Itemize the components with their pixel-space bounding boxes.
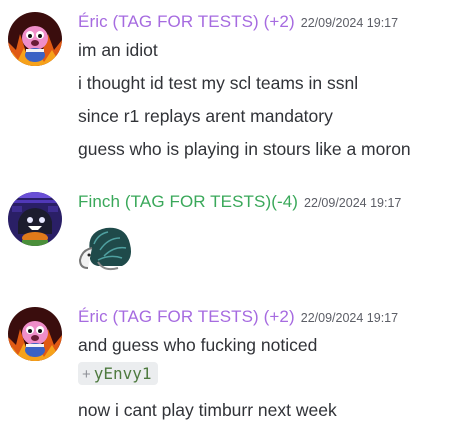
message-text: now i cant play timburr next week xyxy=(78,400,337,420)
avatar[interactable] xyxy=(8,12,62,66)
avatar-finch-icon xyxy=(8,192,62,246)
timestamp: 22/09/2024 19:17 xyxy=(304,196,402,210)
message-text: guess who is playing in stours like a mo… xyxy=(78,139,411,159)
avatar-eric-icon xyxy=(8,12,62,66)
avatar-eric-icon xyxy=(8,307,62,361)
username[interactable]: Éric (TAG FOR TESTS) (+2) xyxy=(78,307,295,326)
mammoth-sticker[interactable] xyxy=(78,222,136,272)
message-header: Éric (TAG FOR TESTS) (+2) 22/09/2024 19:1… xyxy=(78,307,398,327)
timestamp: 22/09/2024 19:17 xyxy=(300,311,399,325)
user-mention[interactable]: + yEnvy1 xyxy=(78,362,158,385)
mammoth-sticker-icon xyxy=(78,227,131,271)
message-header: Finch (TAG FOR TESTS)(-4) 22/09/2024 19:1… xyxy=(78,192,401,212)
message-text: and guess who fucking noticed xyxy=(78,335,318,355)
avatar[interactable] xyxy=(8,307,62,361)
username[interactable]: Éric (TAG FOR TESTS) (+2) xyxy=(78,12,295,31)
username[interactable]: Finch (TAG FOR TESTS)(-4) xyxy=(78,192,298,211)
message-text: i thought id test my scl teams in ssnl xyxy=(78,73,359,93)
message-header: Éric (TAG FOR TESTS) (+2) 22/09/2024 19:1… xyxy=(78,12,398,32)
timestamp: 22/09/2024 19:17 xyxy=(300,16,399,30)
avatar[interactable] xyxy=(8,192,62,246)
mention-line: + yEnvy1 xyxy=(78,362,158,385)
mention-plus-icon: + xyxy=(82,366,91,383)
message-text: im an idiot xyxy=(78,40,158,60)
mention-name: yEnvy1 xyxy=(93,364,152,383)
message-text: since r1 replays arent mandatory xyxy=(78,106,333,126)
